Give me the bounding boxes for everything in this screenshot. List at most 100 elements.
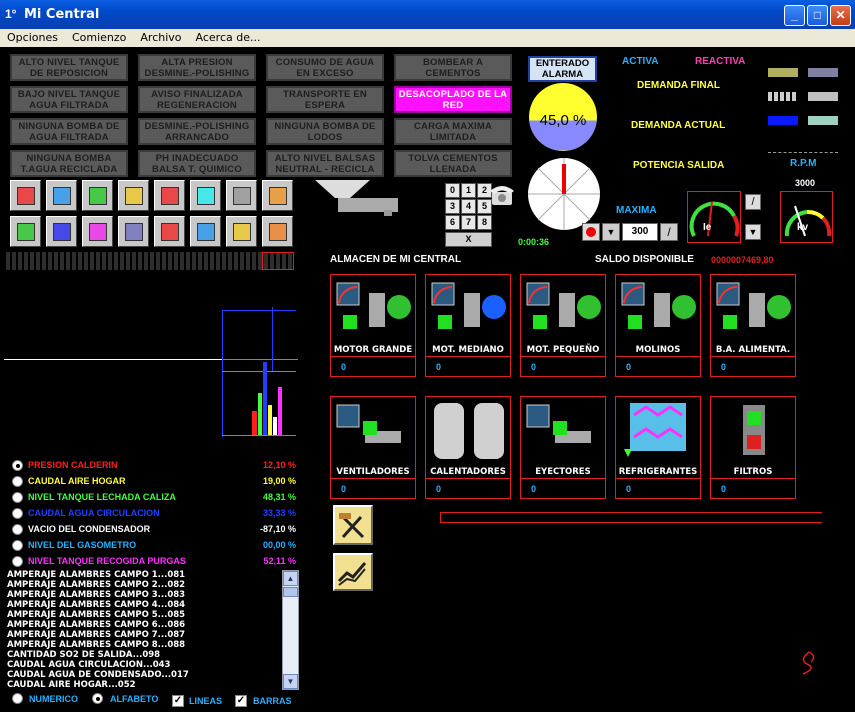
key-7[interactable]: 7 bbox=[461, 215, 476, 230]
filtros-icon bbox=[743, 405, 765, 455]
chemical-icon[interactable] bbox=[190, 180, 221, 211]
panel-molinos[interactable]: MOLINOS 0 bbox=[615, 274, 701, 377]
panel-eyectores[interactable]: EYECTORES 0 bbox=[520, 396, 606, 499]
tools-button[interactable] bbox=[333, 505, 373, 545]
panel-name: CALENTADORES bbox=[430, 467, 506, 477]
panel-filtros[interactable]: FILTROS 0 bbox=[710, 396, 796, 499]
alarm-8: NINGUNA BOMBA DE AGUA FILTRADA bbox=[10, 118, 128, 145]
panel-ventiladores[interactable]: VENTILADORES 0 bbox=[330, 396, 416, 499]
chart-button[interactable] bbox=[333, 553, 373, 591]
meter-icon[interactable] bbox=[118, 180, 149, 211]
scroll-up-button[interactable]: ▲ bbox=[283, 571, 298, 586]
forklift-icon[interactable] bbox=[262, 216, 293, 247]
alfabeto-radio[interactable] bbox=[92, 693, 103, 704]
scroll-thumb[interactable] bbox=[283, 587, 298, 597]
process-icon[interactable] bbox=[46, 180, 77, 211]
panel-name: FILTROS bbox=[733, 467, 773, 477]
variable-radio-5[interactable] bbox=[12, 540, 23, 551]
variable-radio-0[interactable] bbox=[12, 460, 23, 471]
hill-icon[interactable] bbox=[118, 216, 149, 247]
h2-icon[interactable] bbox=[154, 180, 185, 211]
panel-value: 0 bbox=[721, 362, 727, 372]
panel-value: 0 bbox=[436, 362, 442, 372]
lineas-checkbox[interactable]: ✓ bbox=[172, 695, 184, 707]
variable-radio-6[interactable] bbox=[12, 556, 23, 567]
variable-listbox[interactable]: AMPERAJE ALAMBRES CAMPO 1...081 AMPERAJE … bbox=[4, 570, 300, 690]
list-item[interactable]: AMPERAJE ALAMBRES CAMPO 5...085 bbox=[4, 610, 300, 620]
telephone-icon[interactable] bbox=[488, 183, 516, 207]
panel-value: 0 bbox=[341, 362, 347, 372]
panel-motor-mediano[interactable]: MOT. MEDIANO 0 bbox=[425, 274, 511, 377]
key-3[interactable]: 3 bbox=[445, 199, 460, 214]
panel-calentadores[interactable]: CALENTADORES 0 bbox=[425, 396, 511, 499]
variable-radio-4[interactable] bbox=[12, 524, 23, 535]
variable-radio-2[interactable] bbox=[12, 492, 23, 503]
panel-value: 0 bbox=[531, 362, 537, 372]
panel-motor-pequeno[interactable]: MOT. PEQUEÑO 0 bbox=[520, 274, 606, 377]
shower-icon[interactable] bbox=[190, 216, 221, 247]
list-item[interactable]: AMPERAJE ALAMBRES CAMPO 4...084 bbox=[4, 600, 300, 610]
truck-icon[interactable] bbox=[154, 216, 185, 247]
key-6[interactable]: 6 bbox=[445, 215, 460, 230]
document-icon[interactable] bbox=[10, 180, 41, 211]
maximize-button[interactable]: □ bbox=[807, 5, 828, 26]
bar-chart-icon[interactable] bbox=[262, 180, 293, 211]
panel-value: 0 bbox=[341, 484, 347, 494]
menu-archivo[interactable]: Archivo bbox=[133, 29, 188, 44]
scroll-down-button[interactable]: ▼ bbox=[283, 674, 298, 689]
listbox-scrollbar[interactable]: ▲ ▼ bbox=[282, 570, 299, 690]
pump-icon[interactable] bbox=[82, 180, 113, 211]
key-0[interactable]: 0 bbox=[445, 183, 460, 198]
tank-icon[interactable] bbox=[10, 216, 41, 247]
slash-button[interactable]: / bbox=[660, 223, 678, 241]
hammer-icon[interactable] bbox=[226, 216, 257, 247]
numerico-radio[interactable] bbox=[12, 693, 23, 704]
panel-ba-alimenta[interactable]: B.A. ALIMENTA. 0 bbox=[710, 274, 796, 377]
key-8[interactable]: 8 bbox=[477, 215, 492, 230]
list-item[interactable]: AMPERAJE ALAMBRES CAMPO 1...081 bbox=[4, 570, 300, 580]
maxima-input[interactable]: 300 bbox=[622, 223, 658, 241]
menu-acerca[interactable]: Acerca de... bbox=[189, 29, 268, 44]
close-button[interactable]: ✕ bbox=[830, 5, 851, 26]
menu-opciones[interactable]: Opciones bbox=[0, 29, 65, 44]
variable-radio-3[interactable] bbox=[12, 508, 23, 519]
panel-motor-grande[interactable]: MOTOR GRANDE 0 bbox=[330, 274, 416, 377]
list-item[interactable]: AMPERAJE ALAMBRES CAMPO 2...082 bbox=[4, 580, 300, 590]
menu-bar: Opciones Comienzo Archivo Acerca de... bbox=[0, 29, 855, 47]
alarm-14: ALTO NIVEL BALSAS NEUTRAL - RECICLA bbox=[266, 150, 384, 177]
list-item[interactable]: AMPERAJE ALAMBRES CAMPO 3...083 bbox=[4, 590, 300, 600]
down-button[interactable]: ▼ bbox=[602, 223, 620, 241]
record-button[interactable] bbox=[582, 223, 600, 241]
demanda-actual-label: DEMANDA ACTUAL bbox=[631, 120, 726, 131]
printer-icon[interactable] bbox=[226, 180, 257, 211]
list-item[interactable]: CANTIDAD SO2 DE SALIDA...098 bbox=[4, 650, 300, 660]
menu-comienzo[interactable]: Comienzo bbox=[65, 29, 133, 44]
key-4[interactable]: 4 bbox=[461, 199, 476, 214]
list-item[interactable]: AMPERAJE ALAMBRES CAMPO 8...088 bbox=[4, 640, 300, 650]
list-item[interactable]: CAUDAL AGUA DE CONDENSADO...017 bbox=[4, 670, 300, 680]
list-item[interactable]: CAUDAL AGUA CIRCULACION...043 bbox=[4, 660, 300, 670]
panel-refrigerantes[interactable]: REFRIGERANTES 0 bbox=[615, 396, 701, 499]
refrigerantes-icon bbox=[624, 403, 686, 457]
enterado-alarma-button[interactable]: ENTERADO ALARMA bbox=[528, 56, 597, 82]
app-icon: 1° bbox=[5, 7, 17, 21]
list-item[interactable]: AMPERAJE ALAMBRES CAMPO 6...086 bbox=[4, 620, 300, 630]
valve-icon[interactable] bbox=[82, 216, 113, 247]
key-1[interactable]: 1 bbox=[461, 183, 476, 198]
status-marker bbox=[262, 252, 294, 270]
key-X[interactable]: X bbox=[445, 232, 492, 247]
alarm-4: BAJO NIVEL TANQUE AGUA FILTRADA bbox=[10, 86, 128, 113]
barras-checkbox[interactable]: ✓ bbox=[235, 695, 247, 707]
ie-up-button[interactable]: / bbox=[745, 194, 761, 210]
alarm-10: NINGUNA BOMBA DE LODOS bbox=[266, 118, 384, 145]
ie-down-button[interactable]: ▼ bbox=[745, 224, 761, 240]
alarm-line2: ARRANCADO bbox=[164, 132, 230, 143]
swatch-reactiva-final bbox=[808, 68, 838, 77]
window-title: Mi Central bbox=[24, 7, 100, 22]
list-item[interactable]: AMPERAJE ALAMBRES CAMPO 7...087 bbox=[4, 630, 300, 640]
minimize-button[interactable]: _ bbox=[784, 5, 805, 26]
almacen-title: ALMACEN DE MI CENTRAL bbox=[330, 254, 462, 265]
list-item[interactable]: CAUDAL AIRE HOGAR...052 bbox=[4, 680, 300, 690]
variable-radio-1[interactable] bbox=[12, 476, 23, 487]
pipe-icon[interactable] bbox=[46, 216, 77, 247]
